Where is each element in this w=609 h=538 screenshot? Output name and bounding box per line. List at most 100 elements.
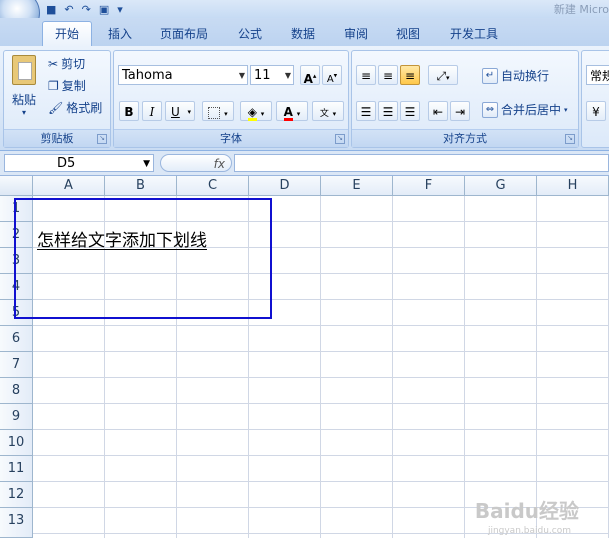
- paint-bucket-icon: ◈: [247, 105, 257, 121]
- tab-view[interactable]: 视图: [396, 23, 420, 45]
- watermark-logo: Baidu经验: [474, 499, 579, 523]
- decrease-indent-icon: ⇤: [432, 105, 444, 119]
- align-middle-icon: ≡: [382, 69, 394, 83]
- column-header-a[interactable]: A: [33, 176, 105, 196]
- row-header-12[interactable]: 12: [0, 482, 33, 508]
- clipboard-launcher-icon[interactable]: ↘: [97, 134, 107, 144]
- ribbon: 粘贴 ▾ ✂ 剪切 ❐ 复制 🖌 格式刷 剪贴板 ↘ Tahoma ▼ 11 ▼…: [0, 46, 609, 151]
- align-top-button[interactable]: ≡: [356, 65, 376, 85]
- insert-function-button[interactable]: fx: [160, 154, 232, 172]
- align-left-button[interactable]: ☰: [356, 101, 376, 121]
- font-name-value: Tahoma: [122, 68, 173, 83]
- name-box[interactable]: D5 ▼: [4, 154, 154, 172]
- column-header-d[interactable]: D: [249, 176, 321, 196]
- align-center-button[interactable]: ☰: [378, 101, 398, 121]
- chevron-down-icon: ▾: [332, 110, 337, 118]
- fill-color-button[interactable]: ◈ ▾: [240, 101, 272, 121]
- chevron-down-icon: ▾: [446, 74, 450, 82]
- tab-developer[interactable]: 开发工具: [450, 23, 498, 45]
- borders-icon: [208, 106, 221, 119]
- underline-label: U: [171, 105, 180, 119]
- shrink-font-button[interactable]: A▾: [322, 65, 342, 85]
- ribbon-tabs: 开始 插入 页面布局 公式 数据 审阅 视图 开发工具: [0, 18, 609, 47]
- merge-center-button[interactable]: ⇔ 合并后居中 ▾: [482, 101, 568, 119]
- font-group: Tahoma ▼ 11 ▼ A▴ A▾ B I U ▾ ▾ ◈ ▾ A ▾ 文 …: [113, 50, 349, 148]
- customize-qat-icon[interactable]: ▾: [117, 3, 123, 16]
- increase-indent-button[interactable]: ⇥: [450, 101, 470, 121]
- row-header-7[interactable]: 7: [0, 352, 33, 378]
- wrap-text-label: 自动换行: [501, 69, 550, 83]
- tab-home[interactable]: 开始: [42, 21, 93, 47]
- phonetic-button[interactable]: 文 ▾: [312, 101, 344, 121]
- print-preview-icon[interactable]: ▣: [99, 3, 109, 16]
- copy-icon: ❐: [48, 79, 59, 93]
- chevron-down-icon: ▼: [238, 71, 245, 80]
- align-right-button[interactable]: ☰: [400, 101, 420, 121]
- font-launcher-icon[interactable]: ↘: [335, 134, 345, 144]
- copy-label: 复制: [61, 79, 86, 93]
- alignment-launcher-icon[interactable]: ↘: [565, 134, 575, 144]
- column-header-b[interactable]: B: [105, 176, 177, 196]
- row-header-11[interactable]: 11: [0, 456, 33, 482]
- font-size-value: 11: [254, 68, 271, 83]
- align-middle-button[interactable]: ≡: [378, 65, 398, 85]
- font-group-label: 字体: [114, 129, 348, 147]
- formula-input[interactable]: [234, 154, 609, 172]
- font-color-button[interactable]: A ▾: [276, 101, 308, 121]
- column-header-c[interactable]: C: [177, 176, 249, 196]
- column-header-f[interactable]: F: [393, 176, 465, 196]
- tab-insert[interactable]: 插入: [108, 23, 132, 45]
- alignment-group: ≡ ≡ ≡ ⤢▾ ↵ 自动换行 ☰ ☰ ☰ ⇤ ⇥ ⇔ 合并后居中 ▾ 对齐方式…: [351, 50, 579, 148]
- title-bar: ■ ↶ ↷ ▣ ▾ 新建 Micro: [0, 0, 609, 36]
- row-header-6[interactable]: 6: [0, 326, 33, 352]
- decrease-indent-button[interactable]: ⇤: [428, 101, 448, 121]
- tab-page-layout[interactable]: 页面布局: [160, 23, 208, 45]
- column-header-g[interactable]: G: [465, 176, 537, 196]
- font-size-combo[interactable]: 11 ▼: [250, 65, 294, 85]
- row-header-13[interactable]: 13: [0, 508, 33, 538]
- merge-center-icon: ⇔: [482, 102, 498, 118]
- tab-data[interactable]: 数据: [291, 23, 315, 45]
- copy-button[interactable]: ❐ 复制: [48, 77, 86, 95]
- chevron-down-icon: ▼: [143, 159, 150, 169]
- currency-icon: ¥: [592, 105, 600, 119]
- row-header-9[interactable]: 9: [0, 404, 33, 430]
- increase-indent-icon: ⇥: [454, 105, 466, 119]
- row-header-8[interactable]: 8: [0, 378, 33, 404]
- format-painter-button[interactable]: 🖌 格式刷: [48, 99, 102, 117]
- fx-icon: fx: [213, 157, 225, 171]
- row-header-10[interactable]: 10: [0, 430, 33, 456]
- save-icon[interactable]: ■: [46, 3, 56, 16]
- brush-icon: 🖌: [48, 101, 64, 115]
- grow-font-button[interactable]: A▴: [300, 65, 320, 86]
- undo-icon[interactable]: ↶: [64, 3, 73, 16]
- merge-center-label: 合并后居中: [501, 103, 562, 117]
- column-header-e[interactable]: E: [321, 176, 393, 196]
- orientation-button[interactable]: ⤢▾: [428, 65, 458, 85]
- watermark-url: jingyan.baidu.com: [487, 526, 571, 536]
- bold-button[interactable]: B: [119, 101, 139, 121]
- tab-formulas[interactable]: 公式: [238, 23, 262, 45]
- align-bottom-button[interactable]: ≡: [400, 65, 420, 85]
- alignment-group-label: 对齐方式: [352, 129, 578, 147]
- number-format-combo[interactable]: 常规: [586, 65, 609, 85]
- shrink-font-icon: A▾: [326, 72, 338, 86]
- align-center-icon: ☰: [382, 105, 394, 119]
- name-box-value: D5: [57, 156, 76, 171]
- column-header-h[interactable]: H: [537, 176, 609, 196]
- font-name-combo[interactable]: Tahoma ▼: [118, 65, 248, 85]
- paste-button[interactable]: 粘贴 ▾: [8, 55, 40, 123]
- orientation-icon: ⤢: [436, 69, 447, 83]
- cut-button[interactable]: ✂ 剪切: [48, 55, 85, 73]
- tab-review[interactable]: 审阅: [344, 23, 368, 45]
- chevron-down-icon: ▼: [284, 71, 291, 80]
- wrap-text-button[interactable]: ↵ 自动换行: [482, 67, 549, 85]
- window-title: 新建 Micro: [553, 3, 609, 16]
- clipboard-icon: [12, 55, 36, 85]
- currency-button[interactable]: ¥: [586, 101, 606, 121]
- italic-button[interactable]: I: [142, 101, 162, 121]
- select-all-button[interactable]: [0, 176, 33, 196]
- borders-button[interactable]: ▾: [202, 101, 234, 121]
- underline-button[interactable]: U ▾: [165, 101, 195, 121]
- redo-icon[interactable]: ↷: [82, 3, 91, 16]
